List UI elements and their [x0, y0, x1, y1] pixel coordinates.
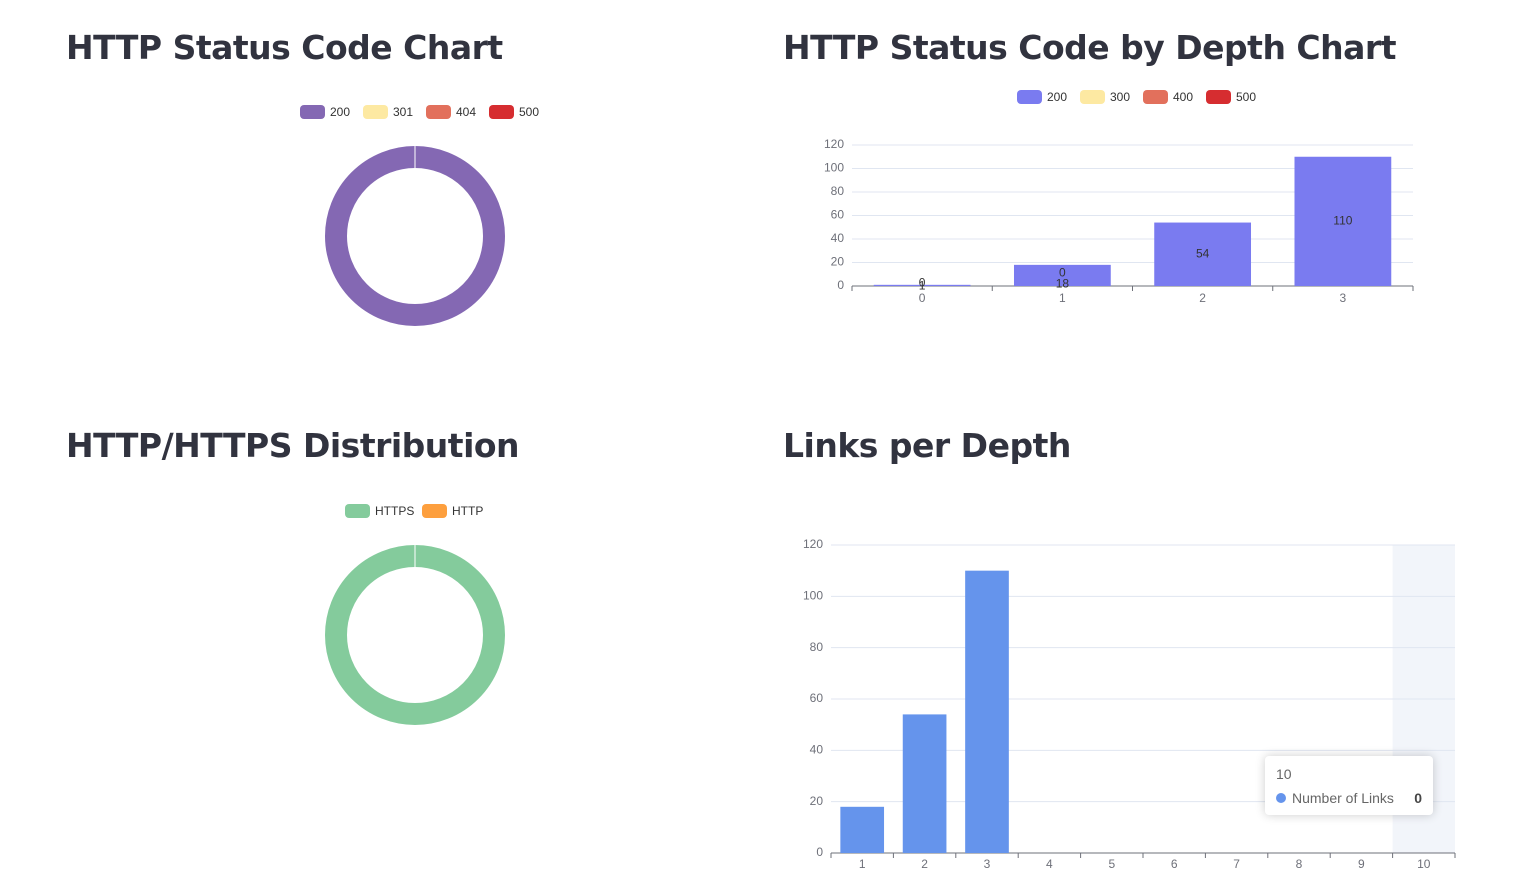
status-legend-label: 301 [393, 105, 413, 119]
status-legend-label: 200 [330, 105, 350, 119]
protocol-slice-HTTPS[interactable] [325, 545, 505, 725]
depth-ytick-label: 120 [824, 137, 844, 151]
links-xtick-label: 1 [859, 857, 866, 871]
links-xtick-label: 6 [1171, 857, 1178, 871]
links-xtick-label: 4 [1046, 857, 1053, 871]
links-xtick-label: 9 [1358, 857, 1365, 871]
links-bar-3[interactable] [965, 570, 1009, 853]
links-xtick-label: 10 [1417, 857, 1431, 871]
depth-ytick-label: 80 [831, 184, 845, 198]
status-legend-item-200[interactable]: 200 [300, 105, 350, 119]
tooltip-value: 0 [1414, 790, 1422, 806]
status-legend-swatch [300, 105, 325, 119]
depth-legend-swatch [1143, 90, 1168, 104]
links-tooltip: 10 Number of Links 0 [1265, 756, 1433, 815]
status-slice-200[interactable] [325, 146, 505, 326]
links-xtick-label: 2 [921, 857, 928, 871]
depth-ytick-label: 40 [831, 231, 845, 245]
charts-canvas: 200 301 404 500HTTPS HTTP200 300 400 5000204060… [300, 90, 1456, 871]
depth-legend-swatch [1206, 90, 1231, 104]
depth-ytick-label: 0 [837, 278, 844, 292]
links-ytick-label: 40 [810, 743, 824, 757]
depth-bar-data-label: 54 [1196, 246, 1210, 260]
depth-legend-item-400[interactable]: 400 [1143, 90, 1193, 104]
depth-xtick-label: 1 [1059, 291, 1066, 305]
depth-legend-item-200[interactable]: 200 [1017, 90, 1067, 104]
depth-xtick-label: 2 [1199, 291, 1206, 305]
depth-legend-item-500[interactable]: 500 [1206, 90, 1256, 104]
depth-legend-label: 500 [1236, 90, 1256, 104]
links-xtick-label: 3 [984, 857, 991, 871]
status-legend-item-500[interactable]: 500 [489, 105, 539, 119]
depth-bar-data-label: 1 [919, 279, 926, 293]
depth-ytick-label: 100 [824, 161, 844, 175]
links-ytick-label: 60 [810, 691, 824, 705]
protocol-legend-item-HTTPS[interactable]: HTTPS [345, 504, 414, 518]
status-legend-swatch [489, 105, 514, 119]
links-xtick-label: 5 [1108, 857, 1115, 871]
links-bar-2[interactable] [902, 714, 947, 853]
depth-legend-swatch [1080, 90, 1105, 104]
links-xtick-label: 7 [1233, 857, 1240, 871]
status-legend-item-301[interactable]: 301 [363, 105, 413, 119]
depth-bar-data-label: 18 [1056, 277, 1070, 291]
depth-ytick-label: 60 [831, 208, 845, 222]
tooltip-title: 10 [1276, 766, 1292, 782]
protocol-legend-label: HTTP [452, 504, 483, 518]
tooltip-row: Number of Links 0 [1276, 789, 1422, 807]
depth-ytick-label: 20 [831, 255, 845, 269]
links-xtick-label: 8 [1296, 857, 1303, 871]
links-ytick-label: 80 [810, 640, 824, 654]
status-legend-swatch [426, 105, 451, 119]
status-legend-item-404[interactable]: 404 [426, 105, 476, 119]
depth-xtick-label: 3 [1340, 291, 1347, 305]
links-bar-1[interactable] [840, 806, 885, 853]
depth-legend-swatch [1017, 90, 1042, 104]
depth-xtick-label: 0 [919, 291, 926, 305]
protocol-legend-label: HTTPS [375, 504, 414, 518]
depth-legend-label: 300 [1110, 90, 1130, 104]
tooltip-series-dot-icon [1276, 793, 1286, 803]
depth-bar-data-label: 110 [1333, 214, 1352, 228]
links-ytick-label: 0 [816, 845, 823, 859]
protocol-legend-swatch [422, 504, 447, 518]
protocol-legend-swatch [345, 504, 370, 518]
status-legend-label: 500 [519, 105, 539, 119]
depth-legend-label: 400 [1173, 90, 1193, 104]
protocol-legend-item-HTTP[interactable]: HTTP [422, 504, 483, 518]
links-ytick-label: 20 [810, 794, 824, 808]
status-legend-label: 404 [456, 105, 476, 119]
links-ytick-label: 100 [803, 589, 823, 603]
depth-legend-item-300[interactable]: 300 [1080, 90, 1130, 104]
depth-legend-label: 200 [1047, 90, 1067, 104]
tooltip-series-name: Number of Links [1292, 790, 1394, 806]
links-ytick-label: 120 [803, 537, 823, 551]
status-legend-swatch [363, 105, 388, 119]
